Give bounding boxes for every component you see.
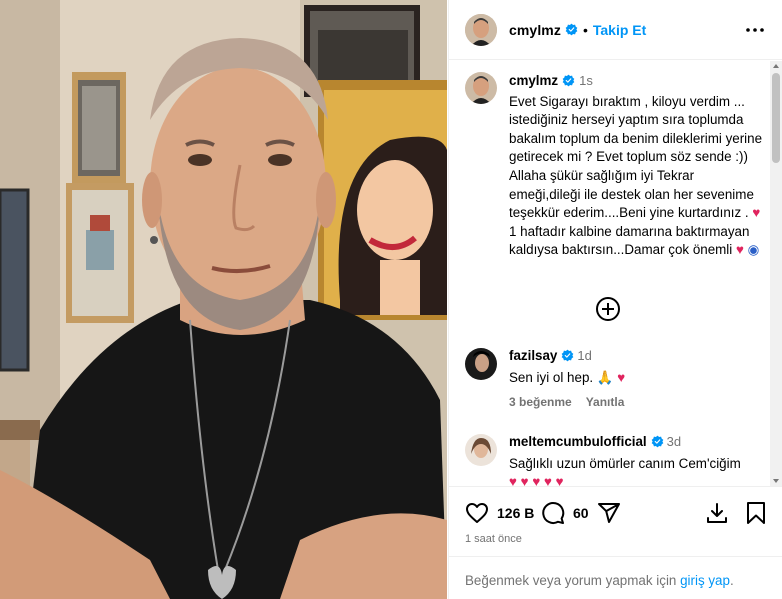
like-count[interactable]: 126 B	[497, 505, 534, 521]
avatar[interactable]	[465, 13, 497, 46]
download-icon[interactable]	[705, 501, 729, 525]
evil-eye-emoji: ◉	[747, 242, 760, 258]
follow-button[interactable]: Takip Et	[593, 22, 646, 38]
save-action[interactable]	[745, 501, 767, 525]
post-photo[interactable]	[0, 0, 447, 599]
scroll-down-arrow-icon[interactable]	[773, 479, 779, 483]
comments-list[interactable]: cmylmz 1s Evet Sigarayı bıraktım , kiloyu…	[449, 61, 771, 486]
download-action[interactable]	[705, 501, 729, 525]
heart-emoji: ♥	[617, 370, 626, 385]
verified-icon	[565, 23, 578, 36]
comment-username[interactable]: meltemcumbulofficial	[509, 434, 647, 449]
avatar[interactable]	[465, 72, 497, 104]
heart-icon[interactable]	[465, 501, 489, 525]
post-detail-panel: cmylmz • Takip Et cmylmz 1s Evet Sigaray…	[448, 0, 782, 599]
save-icon[interactable]	[745, 501, 767, 525]
caption-username[interactable]: cmylmz	[509, 73, 558, 88]
comment-item: fazilsay 1d Sen iyi ol hep. 🙏 ♥ 3 beğenme…	[465, 348, 765, 409]
comment-time: 3d	[666, 434, 682, 449]
post-actions: 126 B 60 1 saat önce	[449, 486, 782, 556]
add-icon[interactable]	[595, 296, 621, 322]
separator-dot: •	[582, 21, 588, 38]
caption-text: Evet Sigarayı bıraktım , kiloyu verdim .…	[509, 93, 765, 260]
comment-text: Sağlıklı uzun ömürler canım Cem'ciğim	[509, 456, 741, 471]
avatar[interactable]	[465, 434, 497, 466]
share-action[interactable]	[597, 501, 621, 525]
comment-time: 1d	[577, 348, 592, 363]
verified-icon	[651, 435, 664, 448]
share-icon[interactable]	[597, 501, 621, 525]
comment-icon[interactable]	[541, 501, 565, 525]
verified-icon	[562, 74, 575, 87]
avatar[interactable]	[465, 348, 497, 380]
post-header: cmylmz • Takip Et	[449, 0, 782, 60]
comment-username[interactable]: fazilsay	[509, 348, 557, 363]
caption-text-part2: 1 haftadır kalbine damarına baktırmayan …	[509, 223, 750, 258]
heart-emoji: ♥	[735, 242, 744, 258]
login-prompt: Beğenmek veya yorum yapmak için giriş ya…	[449, 556, 782, 599]
login-prompt-suffix: .	[729, 573, 734, 588]
scrollbar-thumb[interactable]	[772, 73, 780, 163]
comment-count[interactable]: 60	[573, 505, 589, 521]
verified-icon	[562, 349, 574, 362]
praying-hands-emoji: 🙏	[596, 370, 614, 385]
more-icon[interactable]	[745, 21, 765, 39]
login-prompt-text: Beğenmek veya yorum yapmak için	[465, 573, 681, 588]
scroll-up-arrow-icon[interactable]	[773, 64, 779, 68]
comment-likes[interactable]: 3 beğenme	[509, 395, 572, 409]
reply-button[interactable]: Yanıtla	[586, 395, 625, 409]
like-action[interactable]: 126 B	[465, 501, 534, 525]
post-caption: cmylmz 1s Evet Sigarayı bıraktım , kiloyu…	[465, 72, 765, 260]
login-link[interactable]: giriş yap	[680, 573, 730, 588]
comment-text: Sen iyi ol hep.	[509, 370, 597, 385]
comment-action[interactable]: 60	[541, 501, 589, 525]
hearts-emoji: ♥ ♥ ♥ ♥ ♥	[509, 474, 564, 486]
scrollbar[interactable]	[770, 61, 782, 486]
posted-time[interactable]: 1 saat önce	[465, 533, 522, 545]
header-username[interactable]: cmylmz	[509, 22, 561, 38]
caption-time: 1s	[579, 73, 593, 88]
comment-item: meltemcumbulofficial 3d Sağlıklı uzun ömü…	[465, 434, 765, 486]
heart-emoji: ♥	[748, 205, 761, 221]
caption-text-part1: Evet Sigarayı bıraktım , kiloyu verdim .…	[509, 93, 763, 221]
